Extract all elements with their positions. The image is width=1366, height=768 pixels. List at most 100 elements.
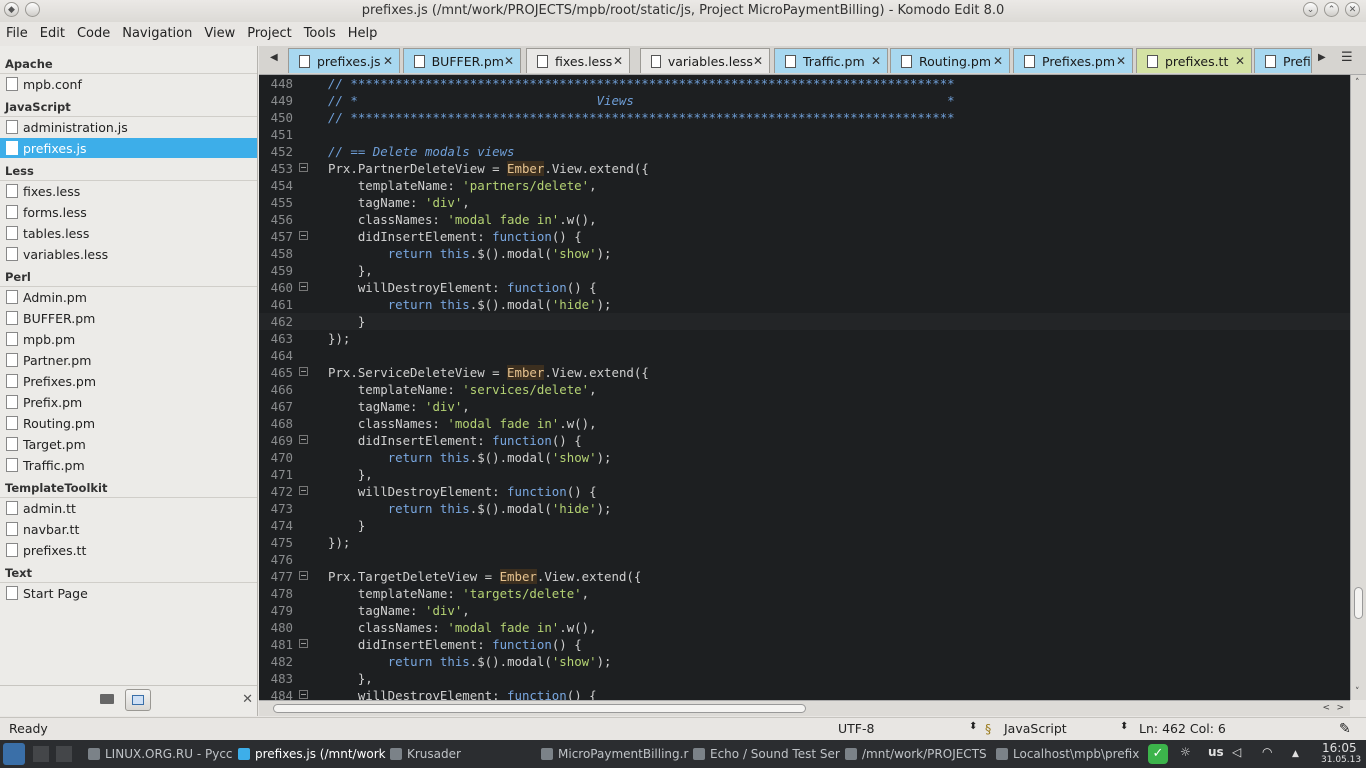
desktop-2-icon[interactable] — [56, 746, 72, 762]
tab-prefix-partial[interactable]: Prefi — [1254, 48, 1312, 73]
code-line: 456 classNames: 'modal fade in'.w(), — [259, 211, 1350, 228]
task-echo-sound[interactable]: Echo / Sound Test Ser — [693, 742, 840, 766]
scroll-thumb[interactable] — [273, 704, 806, 713]
file-item[interactable]: Admin.pm — [0, 287, 257, 307]
update-check-icon[interactable]: ✓ — [1148, 744, 1168, 764]
tab-scroll-right-icon[interactable]: ▶ — [1318, 52, 1326, 63]
file-item[interactable]: mpb.conf — [0, 74, 257, 94]
fold-toggle-icon[interactable] — [299, 571, 308, 580]
task-micropaymentbilling[interactable]: MicroPaymentBilling.r — [541, 742, 688, 766]
encoding-select[interactable]: UTF-8 — [838, 721, 874, 736]
settings-icon[interactable]: ☼ — [1180, 745, 1191, 759]
fold-toggle-icon[interactable] — [299, 367, 308, 376]
horizontal-scrollbar[interactable]: < > — [259, 700, 1350, 716]
task-krusader[interactable]: Krusader — [390, 742, 461, 766]
file-item[interactable]: Prefix.pm — [0, 392, 257, 412]
folder-icon[interactable] — [100, 694, 114, 704]
file-icon — [6, 141, 18, 155]
tab-variables-less[interactable]: variables.less ✕ — [640, 48, 770, 73]
fold-toggle-icon[interactable] — [299, 690, 308, 699]
close-icon[interactable]: ✕ — [993, 54, 1003, 68]
file-item[interactable]: navbar.tt — [0, 519, 257, 539]
file-item[interactable]: tables.less — [0, 223, 257, 243]
tab-prefixes-pm[interactable]: Prefixes.pm ✕ — [1013, 48, 1133, 73]
menu-project[interactable]: Project — [241, 26, 297, 41]
open-files-button[interactable] — [125, 689, 151, 711]
tab-traffic-pm[interactable]: Traffic.pm ✕ — [774, 48, 888, 73]
tab-routing-pm[interactable]: Routing.pm ✕ — [890, 48, 1010, 73]
close-icon[interactable]: ✕ — [383, 54, 393, 68]
minimize-button[interactable]: ⌄ — [1303, 2, 1318, 17]
snippet-icon[interactable]: § — [985, 721, 991, 736]
file-item[interactable]: Routing.pm — [0, 413, 257, 433]
language-select[interactable]: JavaScript — [1004, 721, 1067, 736]
tab-scroll-left-icon[interactable]: ◀ — [270, 52, 278, 63]
close-icon[interactable]: ✕ — [613, 54, 623, 68]
menu-edit[interactable]: Edit — [34, 26, 71, 41]
fold-toggle-icon[interactable] — [299, 163, 308, 172]
fold-toggle-icon[interactable] — [299, 231, 308, 240]
close-icon[interactable]: ✕ — [753, 54, 763, 68]
tray-expand-icon[interactable]: ▲ — [1292, 749, 1299, 759]
clock-time[interactable]: 16:05 — [1322, 741, 1357, 755]
fold-toggle-icon[interactable] — [299, 435, 308, 444]
file-item[interactable]: admin.tt — [0, 498, 257, 518]
start-menu-icon[interactable] — [3, 743, 25, 765]
file-item[interactable]: prefixes.tt — [0, 540, 257, 560]
file-icon — [785, 54, 796, 68]
file-item[interactable]: BUFFER.pm — [0, 308, 257, 328]
vertical-scrollbar[interactable]: ˄ ˅ — [1350, 75, 1366, 700]
scroll-up-icon[interactable]: ˄ — [1355, 78, 1360, 88]
tab-buffer-pm[interactable]: BUFFER.pm ✕ — [403, 48, 521, 73]
menu-navigation[interactable]: Navigation — [116, 26, 198, 41]
volume-icon[interactable]: ◁ — [1232, 745, 1241, 759]
menu-view[interactable]: View — [198, 26, 241, 41]
file-item[interactable]: Traffic.pm — [0, 455, 257, 475]
code-text: }, — [328, 467, 373, 482]
file-item[interactable]: Start Page — [0, 583, 257, 603]
close-icon[interactable]: ✕ — [504, 54, 514, 68]
tab-prefixes-js[interactable]: prefixes.js ✕ — [288, 48, 400, 73]
keyboard-layout[interactable]: us — [1208, 745, 1224, 759]
close-icon[interactable]: ✕ — [871, 54, 881, 68]
file-item-selected[interactable]: prefixes.js — [0, 138, 257, 158]
task-browser[interactable]: LINUX.ORG.RU - Русс — [88, 742, 233, 766]
close-icon[interactable]: ✕ — [1116, 54, 1126, 68]
edit-icon[interactable]: ✎ — [1339, 721, 1351, 737]
scroll-down-icon[interactable]: ˅ — [1355, 687, 1360, 697]
file-item[interactable]: fixes.less — [0, 181, 257, 201]
language-arrow-icon[interactable]: ⬍ — [1120, 721, 1128, 732]
wifi-icon[interactable]: ◠ — [1262, 745, 1272, 759]
fold-toggle-icon[interactable] — [299, 282, 308, 291]
file-item[interactable]: Partner.pm — [0, 350, 257, 370]
file-item[interactable]: mpb.pm — [0, 329, 257, 349]
scroll-right-icon[interactable]: > — [1336, 703, 1344, 713]
close-icon[interactable]: ✕ — [242, 692, 253, 707]
file-item[interactable]: variables.less — [0, 244, 257, 264]
file-item[interactable]: Target.pm — [0, 434, 257, 454]
menu-help[interactable]: Help — [342, 26, 384, 41]
maximize-button[interactable]: ⌃ — [1324, 2, 1339, 17]
task-terminal[interactable]: /mnt/work/PROJECTS — [845, 742, 987, 766]
desktop-1-icon[interactable] — [33, 746, 49, 762]
menu-tools[interactable]: Tools — [298, 26, 342, 41]
clock-date[interactable]: 31.05.13 — [1321, 755, 1361, 765]
menu-file[interactable]: File — [0, 26, 34, 41]
tab-prefixes-tt[interactable]: prefixes.tt ✕ — [1136, 48, 1252, 73]
task-komodo[interactable]: prefixes.js (/mnt/work — [238, 742, 386, 766]
tab-list-icon[interactable]: ☰ — [1341, 50, 1353, 65]
file-item[interactable]: Prefixes.pm — [0, 371, 257, 391]
menu-code[interactable]: Code — [71, 26, 116, 41]
file-item[interactable]: administration.js — [0, 117, 257, 137]
fold-toggle-icon[interactable] — [299, 486, 308, 495]
fold-toggle-icon[interactable] — [299, 639, 308, 648]
file-item[interactable]: forms.less — [0, 202, 257, 222]
task-localhost[interactable]: Localhost\mpb\prefix — [996, 742, 1139, 766]
close-icon[interactable]: ✕ — [1235, 54, 1245, 68]
code-editor[interactable]: 448 // **********************************… — [259, 75, 1350, 700]
encoding-arrow-icon[interactable]: ⬍ — [969, 721, 977, 732]
scroll-left-icon[interactable]: < — [1322, 703, 1330, 713]
scroll-thumb[interactable] — [1354, 587, 1363, 619]
tab-fixes-less[interactable]: fixes.less ✕ — [526, 48, 630, 73]
close-button[interactable]: ✕ — [1345, 2, 1360, 17]
